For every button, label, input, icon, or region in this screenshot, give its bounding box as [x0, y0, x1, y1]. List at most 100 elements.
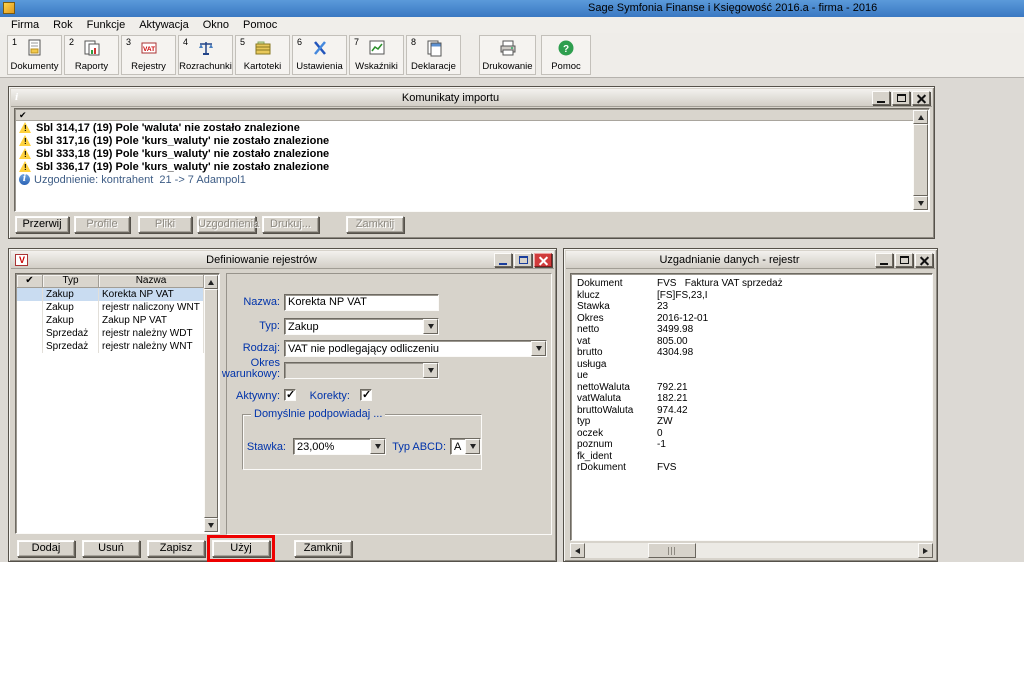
nazwa-input[interactable]: Korekta NP VAT	[284, 294, 439, 311]
scroll-left-button[interactable]	[570, 543, 585, 558]
report-icon	[65, 38, 118, 57]
rodzaj-select[interactable]: VAT nie podlegający odliczeniu	[284, 340, 547, 357]
scroll-up-button[interactable]	[204, 275, 218, 289]
declarations-icon	[407, 38, 460, 57]
scroll-up-button[interactable]	[913, 110, 928, 124]
vat-register-icon: VAT	[122, 38, 175, 57]
typ-abcd-label: Typ ABCD:	[392, 442, 446, 453]
menu-aktywacja[interactable]: Aktywacja	[132, 18, 196, 32]
scrollbar-thumb[interactable]	[913, 124, 928, 196]
maximize-button[interactable]	[895, 253, 913, 267]
table-row[interactable]: Sprzedaż rejestr należny WDT	[17, 327, 204, 340]
chevron-down-icon[interactable]	[531, 341, 546, 356]
profile-button[interactable]: Profile	[74, 216, 130, 233]
zamknij-button[interactable]: Zamknij	[294, 540, 352, 557]
zamknij-button[interactable]: Zamknij	[346, 216, 404, 233]
toolbar-pomoc-button[interactable]: ? Pomoc	[541, 35, 591, 75]
minimize-button[interactable]	[494, 253, 512, 267]
toolbar-rozrachunki-button[interactable]: 4 Rozrachunki	[178, 35, 233, 75]
help-icon: ?	[542, 38, 590, 57]
menu-pomoc[interactable]: Pomoc	[236, 18, 284, 32]
column-nazwa[interactable]: Nazwa	[99, 275, 204, 288]
toolbar-raporty-button[interactable]: 2 Raporty	[64, 35, 119, 75]
registers-window-titlebar[interactable]: Definiowanie rejestrów	[11, 251, 554, 269]
scroll-right-button[interactable]	[918, 543, 933, 558]
chevron-down-icon[interactable]	[423, 319, 438, 334]
vat-window-icon	[15, 254, 28, 266]
typ-label: Typ:	[259, 321, 280, 332]
menu-bar: Firma Rok Funkcje Aktywacja Okno Pomoc	[0, 17, 1024, 33]
info-icon	[19, 174, 30, 185]
okres-warunkowy-select[interactable]	[284, 362, 439, 379]
message-row[interactable]: Uzgodnienie: kontrahent 21 -> 7 Adampol1	[16, 173, 913, 186]
table-row[interactable]: Zakup rejestr naliczony WNT	[17, 301, 204, 314]
minimize-button[interactable]	[872, 91, 890, 105]
chevron-down-icon[interactable]	[370, 439, 385, 454]
maximize-button[interactable]	[892, 91, 910, 105]
vertical-scrollbar[interactable]	[204, 275, 218, 532]
rodzaj-label: Rodzaj:	[243, 343, 280, 354]
close-button[interactable]	[912, 91, 930, 105]
stawka-select[interactable]: 23,00%	[293, 438, 386, 455]
reconcile-window-titlebar[interactable]: Uzgadnianie danych - rejestr	[566, 251, 935, 269]
app-icon	[3, 2, 15, 14]
close-button[interactable]	[534, 253, 552, 267]
okres-warunkowy-label: Okres warunkowy:	[222, 358, 280, 380]
aktywny-checkbox[interactable]	[284, 389, 296, 401]
horizontal-scrollbar[interactable]	[570, 543, 933, 558]
column-typ[interactable]: Typ	[43, 275, 99, 288]
chevron-down-icon[interactable]	[465, 439, 480, 454]
message-row[interactable]: Sbl 336,17 (19) Pole 'kurs_waluty' nie z…	[16, 160, 913, 173]
table-row[interactable]: Zakup Korekta NP VAT	[17, 288, 204, 301]
dodaj-button[interactable]: Dodaj	[17, 540, 75, 557]
scales-icon	[179, 38, 232, 57]
usun-button[interactable]: Usuń	[82, 540, 140, 557]
menu-firma[interactable]: Firma	[4, 18, 46, 32]
defaults-group-label: Domyślnie podpowiadaj ...	[251, 408, 385, 420]
menu-rok[interactable]: Rok	[46, 18, 80, 32]
window-title: Sage Symfonia Finanse i Księgowość 2016.…	[588, 2, 877, 14]
toolbar-dokumenty-button[interactable]: 1 Dokumenty	[7, 35, 62, 75]
typ-abcd-select[interactable]: A	[450, 438, 481, 455]
korekty-checkbox[interactable]	[360, 389, 372, 401]
maximize-button[interactable]	[514, 253, 532, 267]
scroll-down-button[interactable]	[204, 518, 218, 532]
toolbar-rejestry-button[interactable]: 3 VAT Rejestry	[121, 35, 176, 75]
chevron-down-icon[interactable]	[423, 363, 438, 378]
pliki-button[interactable]: Pliki	[138, 216, 192, 233]
application-window: Sage Symfonia Finanse i Księgowość 2016.…	[0, 0, 1024, 696]
drukuj-button[interactable]: Drukuj...	[262, 216, 319, 233]
chart-icon	[350, 38, 403, 57]
toolbar-deklaracje-button[interactable]: 8 Deklaracje	[406, 35, 461, 75]
toolbar-ustawienia-button[interactable]: 6 Ustawienia	[292, 35, 347, 75]
scrollbar-thumb[interactable]	[204, 289, 218, 518]
typ-select[interactable]: Zakup	[284, 318, 439, 335]
menu-funkcje[interactable]: Funkcje	[80, 18, 133, 32]
toolbar-drukowanie-button[interactable]: Drukowanie	[479, 35, 536, 75]
register-definition-window: Definiowanie rejestrów ✔ Typ Nazwa Zakup…	[8, 248, 557, 562]
menu-okno[interactable]: Okno	[196, 18, 236, 32]
message-row[interactable]: Sbl 317,16 (19) Pole 'kurs_waluty' nie z…	[16, 134, 913, 147]
close-button[interactable]	[915, 253, 933, 267]
toolbar-wskazniki-button[interactable]: 7 Wskaźniki	[349, 35, 404, 75]
scrollbar-thumb[interactable]	[648, 543, 696, 558]
toolbar: 1 Dokumenty 2 Raporty 3 VAT Rejestry 4	[0, 33, 1024, 78]
title-bar[interactable]: Sage Symfonia Finanse i Księgowość 2016.…	[0, 0, 1024, 17]
table-row[interactable]: Zakup Zakup NP VAT	[17, 314, 204, 327]
uzgodnienia-button[interactable]: Uzgodnienia	[197, 216, 256, 233]
minimize-button[interactable]	[875, 253, 893, 267]
message-row[interactable]: Sbl 333,18 (19) Pole 'kurs_waluty' nie z…	[16, 147, 913, 160]
uzyj-highlight-annotation	[207, 535, 275, 562]
toolbar-kartoteki-button[interactable]: 5 Kartoteki	[235, 35, 290, 75]
zapisz-button[interactable]: Zapisz	[147, 540, 205, 557]
registers-table: ✔ Typ Nazwa Zakup Korekta NP VAT Zakup r…	[15, 273, 220, 534]
import-window-titlebar[interactable]: Komunikaty importu	[11, 89, 932, 107]
table-row[interactable]: Sprzedaż rejestr należny WNT	[17, 340, 204, 353]
message-row[interactable]: Sbl 314,17 (19) Pole 'waluta' nie został…	[16, 121, 913, 134]
nazwa-label: Nazwa:	[243, 297, 280, 308]
korekty-label: Korekty:	[310, 391, 350, 402]
scroll-down-button[interactable]	[913, 196, 928, 210]
warning-icon	[19, 148, 32, 160]
przerwij-button[interactable]: Przerwij	[15, 216, 69, 233]
vertical-scrollbar[interactable]	[913, 110, 928, 210]
